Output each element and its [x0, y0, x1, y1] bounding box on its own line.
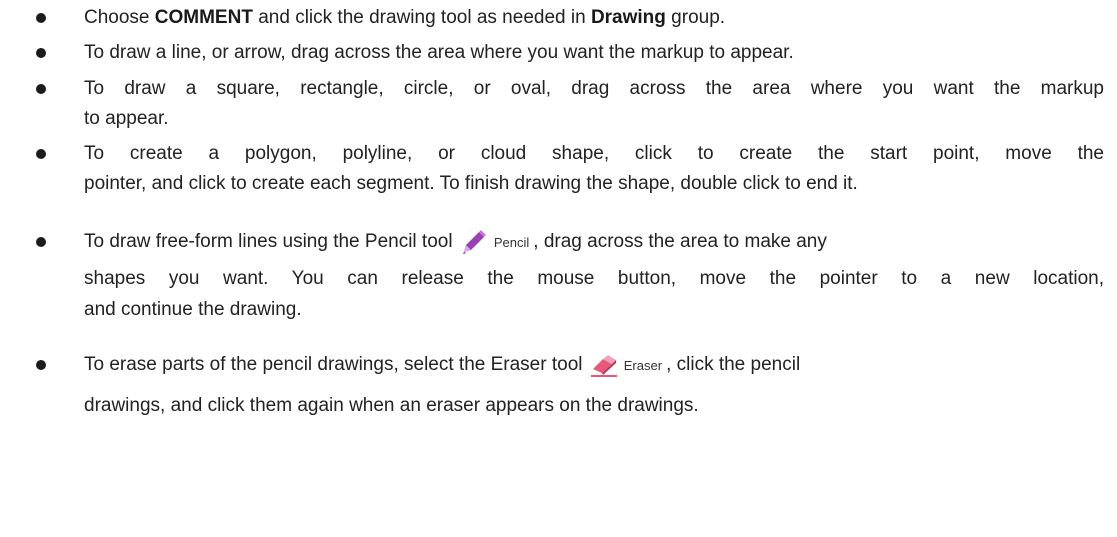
bullet-marker [36, 13, 46, 23]
pencil-tool: Pencil [460, 229, 529, 255]
bullet-marker [36, 84, 46, 94]
instruction-item-5-line-2: shapes you want. You can release the mou… [84, 268, 1104, 289]
instruction-item-6-line-2: drawings, and click them again when an e… [84, 395, 699, 416]
instruction-item-3-line-2: to appear. [84, 108, 169, 129]
instruction-item-1: Choose COMMENT and click the drawing too… [84, 5, 1104, 31]
eraser-tool: Eraser [590, 352, 662, 378]
text-fragment: and click the drawing tool as needed in [252, 7, 591, 28]
instruction-item-3-line-1: To draw a square, rectangle, circle, or … [84, 78, 1104, 99]
bullet-marker [36, 48, 46, 58]
bullet-marker [36, 237, 46, 247]
instruction-item-5-line-3: and continue the drawing. [84, 299, 302, 320]
bullet-marker [36, 149, 46, 159]
group-name-drawing: Drawing [590, 7, 666, 28]
text-fragment: To erase parts of the pencil drawings, s… [84, 354, 583, 376]
instruction-item-5-line-1: To draw free-form lines using the Pencil… [84, 229, 1104, 255]
instruction-item-2: To draw a line, or arrow, drag across th… [84, 42, 794, 63]
text-fragment: , drag across the area to make any [533, 231, 827, 253]
bullet-marker [36, 360, 46, 370]
pencil-tool-label: Pencil [493, 235, 530, 250]
eraser-icon [590, 352, 618, 378]
instruction-item-6-line-1: To erase parts of the pencil drawings, s… [84, 352, 1104, 378]
text-fragment: group. [665, 7, 726, 28]
instruction-item-4-line-2: pointer, and click to create each segmen… [84, 173, 858, 194]
text-fragment: To draw free-form lines using the Pencil… [84, 231, 453, 253]
pencil-icon [460, 229, 488, 255]
menu-name-comment: COMMENT [154, 7, 253, 28]
eraser-tool-label: Eraser [623, 358, 663, 373]
text-fragment: , click the pencil [666, 354, 801, 376]
instruction-item-4-line-1: To create a polygon, polyline, or cloud … [84, 143, 1104, 164]
text-fragment: Choose [84, 7, 155, 28]
